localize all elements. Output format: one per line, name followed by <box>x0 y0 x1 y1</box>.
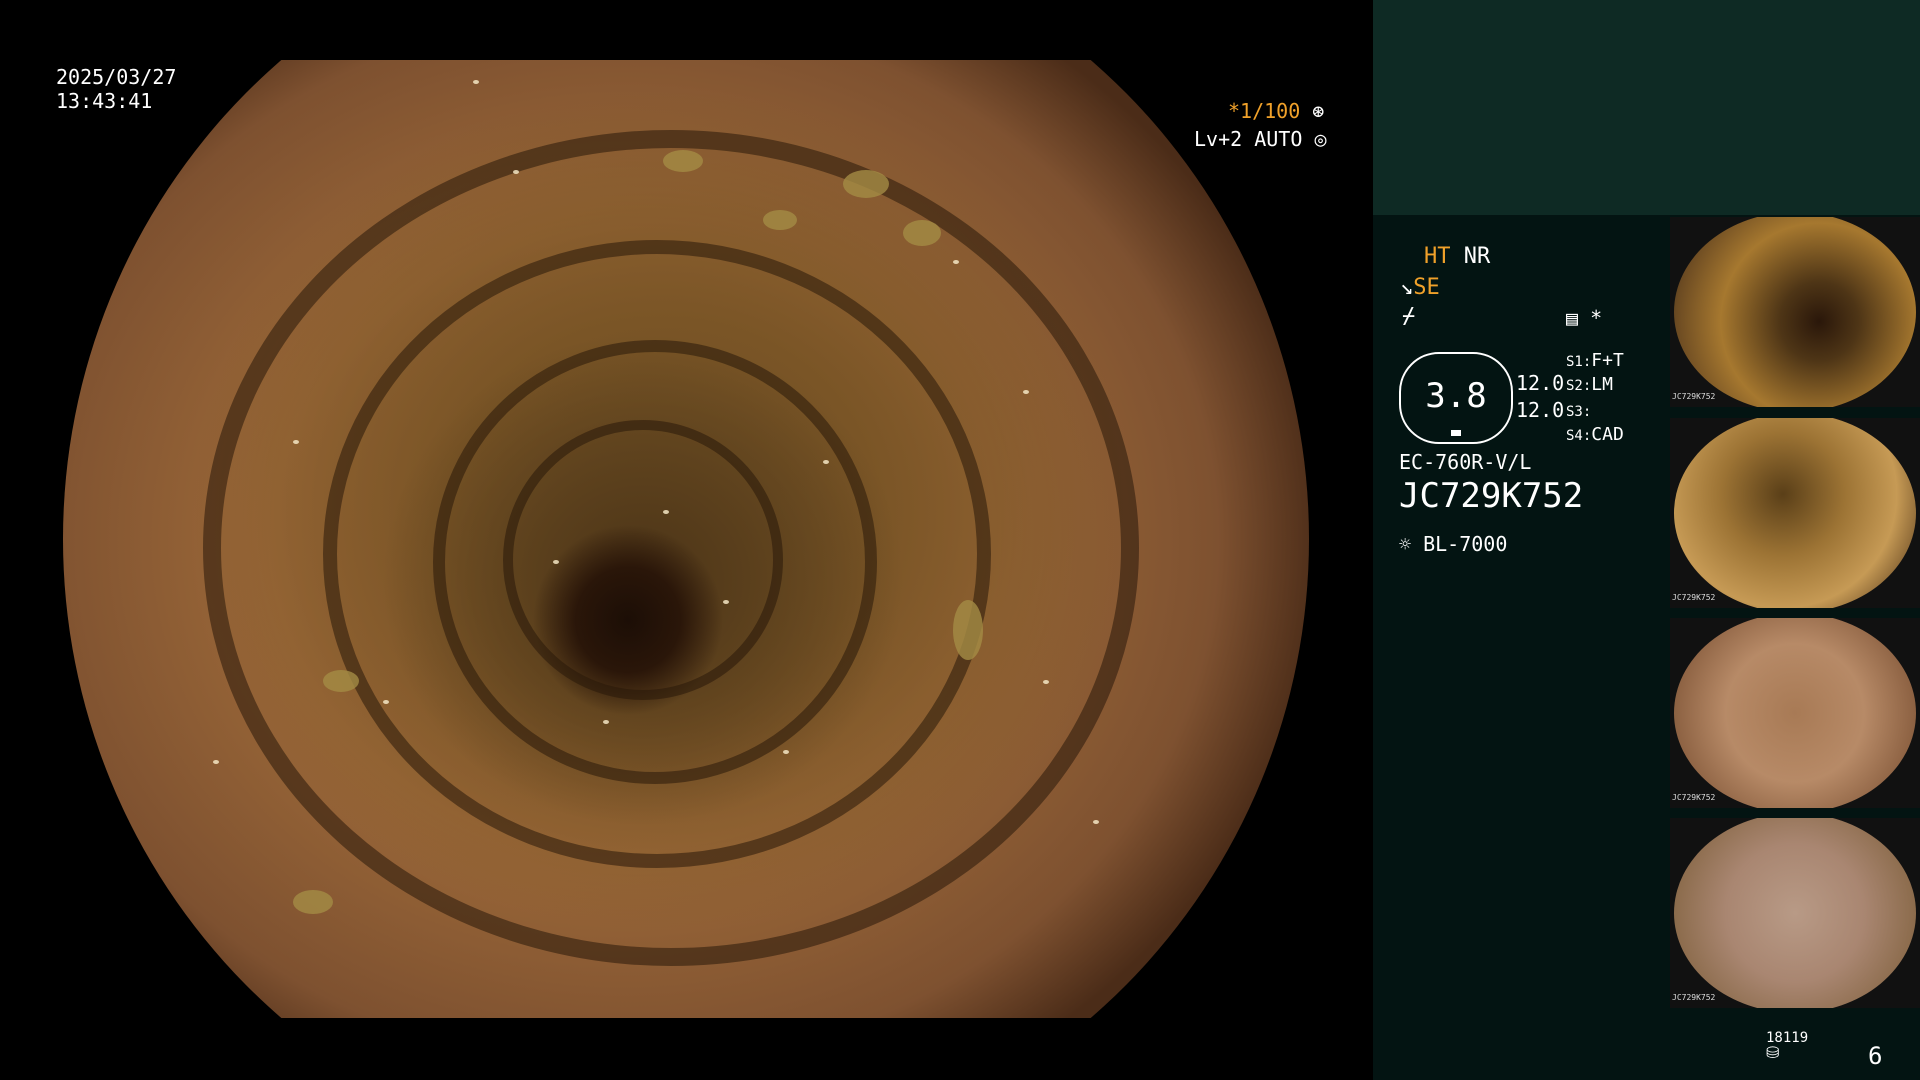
exposure-indicator: Lv+2 AUTO ◎ <box>1194 126 1326 152</box>
thumbnail-image <box>1674 217 1916 407</box>
light-source: ☼ BL-7000 <box>1399 532 1507 556</box>
thumbnail-label: JC729K752 <box>1672 793 1716 802</box>
shutter-indicator: *1/100 ⊛ <box>1228 98 1324 124</box>
thumbnail-image <box>1674 818 1916 1008</box>
freeze-icon: ⌿ <box>1402 304 1416 329</box>
thumbnail-image <box>1674 618 1916 808</box>
endoscopic-image <box>63 60 1309 1018</box>
thumbnail-image <box>1674 418 1916 608</box>
s4-value: CAD <box>1591 424 1624 445</box>
thumbnail-label: JC729K752 <box>1672 993 1716 1002</box>
shutter-icon: ⊛ <box>1312 99 1325 123</box>
light-icon: ☼ <box>1399 532 1412 556</box>
thumbnail[interactable]: JC729K752 <box>1670 217 1920 407</box>
scope-model: EC-760R-V/L <box>1399 450 1532 474</box>
endoscope-view: 2025/03/27 13:43:41 *1/100 ⊛ Lv+2 AUTO ◎ <box>0 0 1373 1080</box>
iris-icon: ◎ <box>1314 127 1327 151</box>
zoom-meter: 3.8 <box>1399 352 1513 444</box>
image-count: 6 <box>1868 1042 1883 1070</box>
switch-1: S1:F+T <box>1566 350 1624 371</box>
time-label: 13:43:41 <box>56 89 153 113</box>
s4-label: S4: <box>1566 428 1592 444</box>
thumbnail-label: JC729K752 <box>1672 593 1716 602</box>
mucosal-fold <box>503 420 783 700</box>
memo-icon: ▤ <box>1566 306 1579 330</box>
auto-label: AUTO <box>1254 127 1303 151</box>
nr-mode-label: NR <box>1463 244 1491 269</box>
asterisk-label: * <box>1590 306 1603 330</box>
value-2: 12.0 <box>1516 398 1565 422</box>
s3-label: S3: <box>1566 404 1592 420</box>
enhance-icon: ↘ <box>1400 275 1414 300</box>
ht-mode-label: HT <box>1424 244 1451 269</box>
scope-serial: JC729K752 <box>1399 476 1584 516</box>
panel-header <box>1373 0 1920 215</box>
thumbnail[interactable]: JC729K752 <box>1670 618 1920 808</box>
switch-3: S3: <box>1566 400 1591 421</box>
s2-value: LM <box>1591 374 1613 395</box>
value-1: 12.0 <box>1516 371 1565 395</box>
disk-counter: 18119 ⛁ <box>1766 1030 1808 1062</box>
s2-label: S2: <box>1566 378 1592 394</box>
s1-label: S1: <box>1566 354 1592 370</box>
switch-2: S2:LM <box>1566 374 1613 395</box>
level-label: Lv+2 <box>1194 127 1243 151</box>
s1-value: F+T <box>1591 350 1624 371</box>
thumbnail[interactable]: JC729K752 <box>1670 418 1920 608</box>
settings-indicators: ▤ * <box>1566 306 1602 330</box>
thumbnail-label: JC729K752 <box>1672 392 1716 401</box>
zoom-level-marker <box>1451 430 1461 436</box>
light-source-label: BL-7000 <box>1423 532 1508 556</box>
ht-nr-modes: HT NR <box>1424 244 1490 269</box>
date-label: 2025/03/27 <box>56 65 177 89</box>
zoom-value: 3.8 <box>1425 376 1487 416</box>
disk-icon: ⛁ <box>1766 1043 1780 1062</box>
se-mode: ↘SE <box>1400 275 1440 300</box>
thumbnail[interactable]: JC729K752 <box>1670 818 1920 1008</box>
se-mode-label: SE <box>1413 275 1440 300</box>
shutter-label: *1/100 <box>1228 99 1301 123</box>
switch-4: S4:CAD <box>1566 424 1624 445</box>
